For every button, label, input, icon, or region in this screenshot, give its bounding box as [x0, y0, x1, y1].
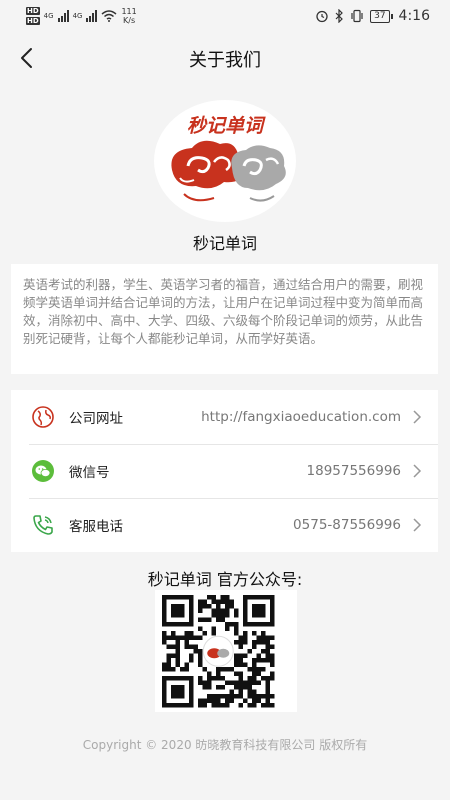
app-name: 秒记单词 — [192, 234, 257, 253]
globe-icon — [32, 406, 54, 428]
status-bar: HD HD 4G 4G 111 K/s 37 4:16 — [0, 0, 450, 34]
wechat-icon — [32, 460, 54, 482]
battery-level: 37 — [370, 9, 390, 23]
phone-icon — [33, 515, 53, 535]
network-type-1: 4G — [43, 12, 54, 20]
phone-value: 0575-87556996 — [293, 517, 401, 533]
nav-header: 关于我们 — [0, 38, 450, 78]
app-description: 英语考试的利器，学生、英语学习者的福音，通过结合用户的需要，刷视频学英语单词并结… — [11, 264, 438, 374]
chevron-right-icon — [413, 518, 422, 532]
speed-unit: K/s — [123, 16, 136, 25]
app-logo: 秒记单词 — [154, 100, 296, 222]
contact-label: 微信号 — [69, 465, 110, 481]
contact-label: 公司网址 — [69, 411, 123, 427]
logo-text: 秒记单词 — [187, 115, 266, 137]
contact-row-wechat[interactable]: 微信号 18957556996 — [11, 444, 438, 498]
signal-icon — [57, 10, 69, 22]
network-type-2: 4G — [72, 12, 83, 20]
page-title: 关于我们 — [189, 50, 261, 71]
hd-badge-1: HD — [26, 7, 40, 15]
bluetooth-icon — [335, 9, 343, 23]
status-right: 37 4:16 — [315, 8, 430, 24]
network-speed: 111 K/s — [121, 7, 136, 25]
alarm-icon — [316, 10, 328, 23]
battery-icon: 37 — [370, 9, 393, 23]
contact-list: 公司网址 http://fangxiaoeducation.com 微信号 18… — [11, 390, 438, 552]
status-left: HD HD 4G 4G 111 K/s — [26, 7, 137, 25]
official-account-title: 秒记单词 官方公众号: — [147, 570, 303, 589]
speed-value: 111 — [121, 7, 137, 16]
logo-cloud-graphic: 秒记单词 — [171, 115, 286, 202]
contact-row-phone[interactable]: 客服电话 0575-87556996 — [11, 498, 438, 552]
qr-code-image — [162, 595, 275, 708]
wifi-icon — [101, 10, 117, 22]
chevron-right-icon — [413, 464, 422, 478]
contact-row-website[interactable]: 公司网址 http://fangxiaoeducation.com — [11, 390, 438, 444]
chevron-right-icon — [413, 410, 422, 424]
wechat-value: 18957556996 — [306, 463, 401, 479]
signal-icon-2 — [86, 10, 98, 22]
hd-badge-2: HD — [26, 17, 40, 25]
vibrate-icon — [351, 9, 363, 23]
clock: 4:16 — [398, 8, 430, 24]
hd-indicators: HD HD — [26, 7, 40, 25]
website-value: http://fangxiaoeducation.com — [201, 409, 401, 425]
copyright-text: Copyright © 2020 昉晓教育科技有限公司 版权所有 — [82, 738, 368, 752]
qr-code — [155, 590, 297, 712]
contact-label: 客服电话 — [69, 519, 123, 535]
